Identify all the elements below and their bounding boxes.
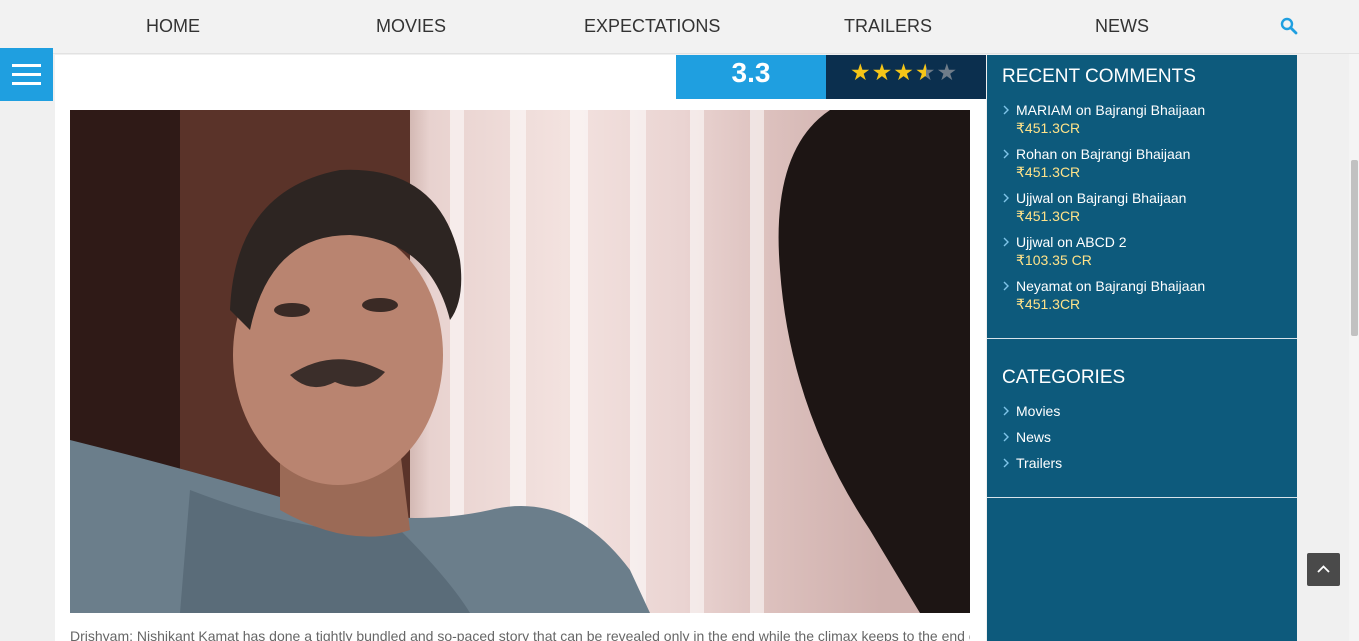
sidebar-divider <box>987 338 1297 339</box>
comment-post-link[interactable]: Bajrangi Bhaijaan <box>1095 278 1205 294</box>
search-icon[interactable] <box>1280 17 1298 35</box>
nav-news[interactable]: NEWS <box>1095 16 1149 37</box>
page-scrollbar[interactable] <box>1349 54 1359 641</box>
chevron-right-icon <box>1003 193 1009 203</box>
chevron-right-icon <box>1003 149 1009 159</box>
article-excerpt: Drishyam: Nishikant Kamat has done a tig… <box>70 628 970 641</box>
rating-stars: ★★★★★ <box>826 55 986 99</box>
featured-image-illustration <box>70 110 970 613</box>
comment-item: MARIAM on Bajrangi Bhaijaan ₹451.3CR <box>1002 101 1292 137</box>
comment-item: Ujjwal on ABCD 2 ₹103.35 CR <box>1002 233 1292 269</box>
chevron-right-icon <box>1003 281 1009 291</box>
hamburger-menu-icon[interactable] <box>0 48 53 101</box>
recent-comments-title: RECENT COMMENTS <box>1002 66 1196 87</box>
comment-on: on <box>1057 190 1073 206</box>
comment-item: Ujjwal on Bajrangi Bhaijaan ₹451.3CR <box>1002 189 1292 225</box>
nav-home[interactable]: HOME <box>146 16 200 37</box>
sidebar-divider <box>987 497 1297 498</box>
nav-trailers[interactable]: TRAILERS <box>844 16 932 37</box>
comment-item: Rohan on Bajrangi Bhaijaan ₹451.3CR <box>1002 145 1292 181</box>
comment-post-link[interactable]: Bajrangi Bhaijaan <box>1077 190 1187 206</box>
category-label[interactable]: News <box>1016 429 1051 445</box>
category-item-news[interactable]: News <box>1002 428 1292 446</box>
scroll-to-top-button[interactable] <box>1307 553 1340 586</box>
category-label[interactable]: Movies <box>1016 403 1060 419</box>
comment-value: ₹451.3CR <box>1016 164 1081 180</box>
comment-line: Neyamat on Bajrangi Bhaijaan <box>1016 277 1292 295</box>
comment-line: Ujjwal on ABCD 2 <box>1016 233 1292 251</box>
comment-value: ₹451.3CR <box>1016 120 1081 136</box>
menu-bar <box>12 82 41 85</box>
categories-title: CATEGORIES <box>1002 367 1126 388</box>
category-item-movies[interactable]: Movies <box>1002 402 1292 420</box>
comment-post-link[interactable]: ABCD 2 <box>1076 234 1127 250</box>
half-star-icon: ★ <box>914 59 937 85</box>
comment-author[interactable]: Neyamat <box>1016 278 1072 294</box>
rating-score: 3.3 <box>676 55 826 99</box>
featured-image <box>70 110 970 613</box>
comment-on: on <box>1057 234 1073 250</box>
sidebar: RECENT COMMENTS MARIAM on Bajrangi Bhaij… <box>987 55 1297 641</box>
empty-star-icon: ★ <box>936 59 959 85</box>
comment-author[interactable]: Ujjwal <box>1016 190 1053 206</box>
top-navigation: HOME MOVIES EXPECTATIONS TRAILERS NEWS <box>0 0 1359 54</box>
nav-movies[interactable]: MOVIES <box>376 16 446 37</box>
nav-expectations[interactable]: EXPECTATIONS <box>584 16 720 37</box>
comment-value: ₹103.35 CR <box>1016 252 1092 268</box>
chevron-right-icon <box>1003 432 1009 442</box>
scrollbar-thumb[interactable] <box>1351 160 1358 336</box>
comment-author[interactable]: MARIAM <box>1016 102 1072 118</box>
menu-bar <box>12 64 41 67</box>
comment-value: ₹451.3CR <box>1016 296 1081 312</box>
chevron-right-icon <box>1003 237 1009 247</box>
comment-item: Neyamat on Bajrangi Bhaijaan ₹451.3CR <box>1002 277 1292 313</box>
comment-author[interactable]: Ujjwal <box>1016 234 1053 250</box>
category-item-trailers[interactable]: Trailers <box>1002 454 1292 472</box>
star-icon: ★ <box>850 59 872 85</box>
comment-line: MARIAM on Bajrangi Bhaijaan <box>1016 101 1292 119</box>
comment-line: Rohan on Bajrangi Bhaijaan <box>1016 145 1292 163</box>
menu-bar <box>12 73 41 76</box>
comment-on: on <box>1075 278 1092 294</box>
chevron-up-icon <box>1317 565 1330 573</box>
comment-value: ₹451.3CR <box>1016 208 1081 224</box>
category-label[interactable]: Trailers <box>1016 455 1062 471</box>
chevron-right-icon <box>1003 105 1009 115</box>
chevron-right-icon <box>1003 458 1009 468</box>
star-icon: ★ <box>893 59 915 85</box>
comment-on: on <box>1061 146 1077 162</box>
star-icon: ★ <box>871 59 894 85</box>
comment-author[interactable]: Rohan <box>1016 146 1057 162</box>
comment-line: Ujjwal on Bajrangi Bhaijaan <box>1016 189 1292 207</box>
comment-on: on <box>1075 102 1092 118</box>
chevron-right-icon <box>1003 406 1009 416</box>
comment-post-link[interactable]: Bajrangi Bhaijaan <box>1095 102 1205 118</box>
comment-post-link[interactable]: Bajrangi Bhaijaan <box>1081 146 1191 162</box>
